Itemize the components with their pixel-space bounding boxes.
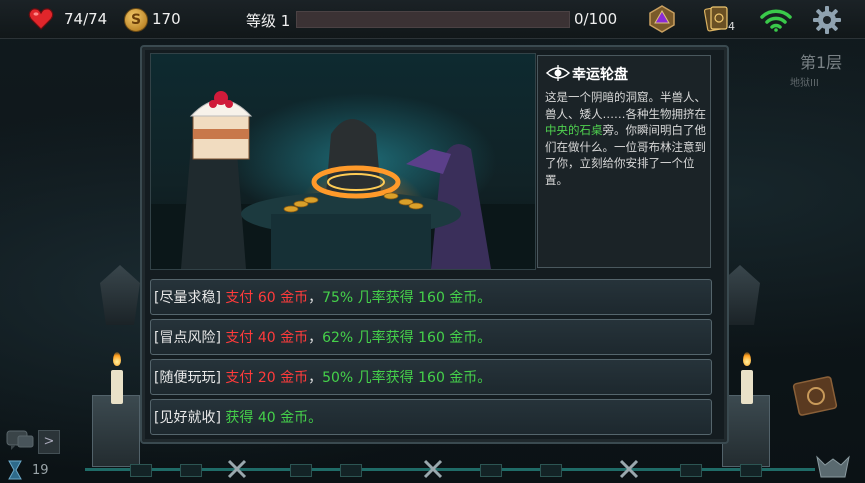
heart-icon <box>28 8 54 30</box>
xp-value: 0/100 <box>574 10 618 28</box>
event-info-box: 幸运轮盘 这是一个阴暗的洞窟。半兽人、兽人、矮人……各种生物拥挤在中央的石桌旁。… <box>537 55 711 268</box>
track-node <box>680 464 702 477</box>
level-label: 等级 1 <box>246 12 291 30</box>
option-reward: 62% 几率获得 160 金币。 <box>322 330 492 346</box>
hp-value: 74/74 <box>64 10 108 28</box>
track-node <box>180 464 202 477</box>
track-node <box>130 464 152 477</box>
event-description-text: 这是一个阴暗的洞窟。半兽人、兽人、矮人……各种生物拥挤在 <box>545 90 706 121</box>
track-node <box>340 464 362 477</box>
track-node <box>290 464 312 477</box>
option-separator: ， <box>308 290 323 306</box>
option-play-safe[interactable]: [尽量求稳] 支付 60 金币，75% 几率获得 160 金币。 <box>150 279 712 315</box>
option-reward: 50% 几率获得 160 金币。 <box>322 370 492 386</box>
option-separator: ， <box>308 330 323 346</box>
hourglass-icon <box>8 460 22 480</box>
coin-icon: S <box>124 8 148 32</box>
left-candle <box>111 370 123 404</box>
map-icon[interactable] <box>790 372 840 420</box>
track-node <box>740 464 762 477</box>
option-cost: 支付 20 金币 <box>220 370 309 386</box>
option-quit-while-ahead[interactable]: [见好就收] 获得 40 金币。 <box>150 399 712 435</box>
sword-icon <box>619 459 639 479</box>
event-description-highlight: 中央的石桌 <box>545 123 603 137</box>
left-candle-pillar <box>92 395 140 467</box>
event-description: 这是一个阴暗的洞窟。半兽人、兽人、矮人……各种生物拥挤在中央的石桌旁。你瞬间明白… <box>545 89 707 188</box>
cards-count: 4 <box>728 20 735 33</box>
expand-log-button[interactable]: > <box>38 430 60 454</box>
floor-subtitle: 地狱III <box>790 78 819 89</box>
option-cost: 支付 40 金币 <box>220 330 309 346</box>
option-tag: [尽量求稳] <box>154 290 221 306</box>
wifi-icon <box>760 9 792 32</box>
option-tag: [见好就收] <box>154 410 221 426</box>
gold-value: 170 <box>152 10 181 28</box>
gear-icon[interactable] <box>812 5 842 35</box>
left-candle-flame <box>113 352 121 366</box>
sword-icon <box>227 459 247 479</box>
floor-title: 第1层 <box>800 53 843 72</box>
event-scene-illustration <box>150 53 536 270</box>
right-candle-flame <box>743 352 751 366</box>
option-tag: [随便玩玩] <box>154 370 221 386</box>
option-reward: 获得 40 金币。 <box>220 410 323 426</box>
track-node <box>480 464 502 477</box>
option-reward: 75% 几率获得 160 金币。 <box>322 290 492 306</box>
track-node <box>540 464 562 477</box>
event-title: 幸运轮盘 <box>572 67 628 83</box>
cards-icon[interactable] <box>704 4 730 34</box>
option-take-risk[interactable]: [冒点风险] 支付 40 金币，62% 几率获得 160 金币。 <box>150 319 712 355</box>
option-play-casually[interactable]: [随便玩玩] 支付 20 金币，50% 几率获得 160 金币。 <box>150 359 712 395</box>
option-separator: ， <box>308 370 323 386</box>
sword-icon <box>423 459 443 479</box>
turn-count: 19 <box>32 463 49 478</box>
die-icon[interactable] <box>648 5 676 33</box>
eye-icon <box>546 65 570 81</box>
chat-icon[interactable] <box>6 430 34 452</box>
cave-scene-art <box>151 91 535 269</box>
option-cost: 支付 60 金币 <box>220 290 309 306</box>
right-candle-pillar <box>722 395 770 467</box>
xp-progress-bar <box>296 11 570 28</box>
boss-icon <box>816 455 850 478</box>
option-tag: [冒点风险] <box>154 330 221 346</box>
top-status-bar: 74/74 S 170 等级 1 0/100 4 <box>0 0 865 39</box>
right-candle <box>741 370 753 404</box>
